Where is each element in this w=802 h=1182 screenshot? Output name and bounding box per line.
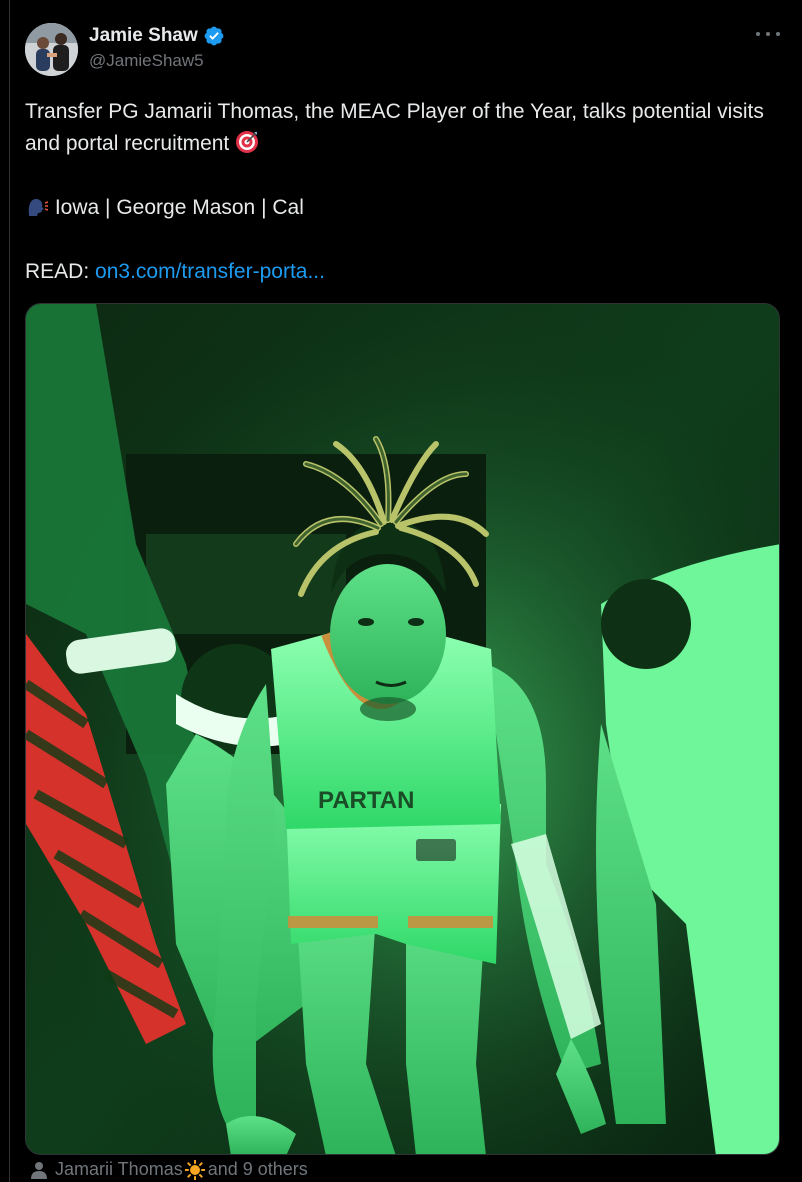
avatar-image [25, 23, 78, 76]
schools-text: Iowa | George Mason | Cal [54, 196, 304, 219]
tweet-headline-text: Transfer PG Jamarii Thomas, the MEAC Pla… [25, 100, 764, 155]
author-handle[interactable]: @JamieShaw5 [89, 51, 204, 71]
schools-line: Iowa | George Mason | Cal [25, 192, 785, 224]
speaking-head-icon [28, 199, 49, 216]
author-name[interactable]: Jamie Shaw [89, 25, 225, 47]
thread-divider [9, 0, 10, 1182]
sun-icon [184, 1159, 205, 1180]
tweet-photo[interactable]: PARTAN [25, 303, 780, 1155]
basketball-player-photo: PARTAN [26, 304, 779, 1154]
article-link[interactable]: on3.com/transfer-porta... [95, 260, 325, 283]
tagged-name: Jamarii Thomas [55, 1159, 183, 1179]
verified-badge-icon [204, 26, 224, 46]
read-line: READ: on3.com/transfer-porta... [25, 256, 785, 288]
direct-hit-target-icon [236, 131, 259, 153]
author-avatar[interactable] [25, 23, 78, 76]
read-label: READ: [25, 260, 90, 283]
tagged-people[interactable]: Jamarii Thomas and 9 others [31, 1159, 308, 1180]
tagged-suffix: and 9 others [207, 1159, 308, 1179]
more-options-icon[interactable] [756, 24, 780, 44]
jersey-lettering: PARTAN [318, 787, 414, 814]
tweet-body: Transfer PG Jamarii Thomas, the MEAC Pla… [25, 96, 785, 288]
tweet-headline: Transfer PG Jamarii Thomas, the MEAC Pla… [25, 96, 785, 160]
person-icon [31, 1161, 47, 1179]
author-name-text: Jamie Shaw [89, 25, 198, 46]
